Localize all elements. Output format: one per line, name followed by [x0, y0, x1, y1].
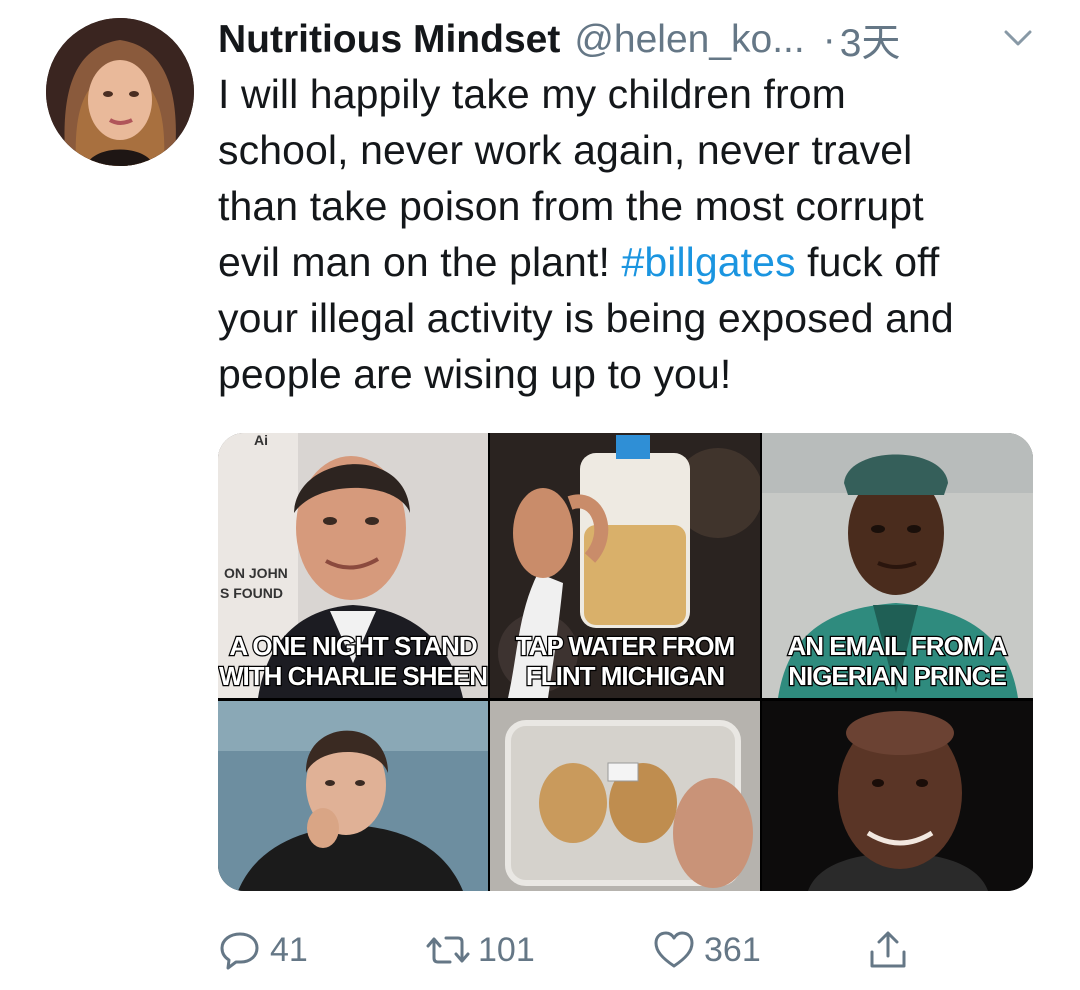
like-button[interactable]: 361 — [652, 920, 761, 980]
retweet-count: 101 — [478, 930, 535, 969]
meme-panel-6 — [762, 701, 1033, 891]
author-handle[interactable]: @helen_ko... — [574, 18, 804, 62]
reply-icon — [220, 932, 259, 970]
tweet-text-line: than take poison from the most corrupt — [218, 183, 924, 229]
reply-button[interactable]: 41 — [218, 920, 308, 980]
meme-caption: WITH CHARLIE SHEEN — [219, 661, 487, 691]
retweet-icon — [426, 936, 470, 964]
tweet-text-line: school, never work again, never travel — [218, 127, 913, 173]
tweet-text-segment: fuck off — [795, 239, 940, 285]
tweet-action-bar: 41 101 361 — [218, 920, 1038, 980]
tweet-timestamp[interactable]: 3天 — [840, 12, 901, 68]
like-count: 361 — [704, 930, 761, 969]
meme-panel-4 — [218, 701, 488, 891]
background-sign-text: Ai — [254, 433, 268, 448]
tweet-text-line: your illegal activity is being exposed a… — [218, 295, 954, 341]
tweet-media-image[interactable]: .cap { font-family: "Liberation Sans", "… — [218, 433, 1033, 891]
background-sign-text: S FOUND — [220, 585, 283, 601]
meme-panel-5 — [490, 701, 760, 891]
retweet-button[interactable]: 101 — [426, 920, 535, 980]
tweet-text: I will happily take my children from sch… — [218, 66, 1048, 402]
tweet: Nutritious Mindset @helen_ko... · 3天 I w… — [0, 0, 1080, 990]
meme-caption: NIGERIAN PRINCE — [788, 661, 1006, 691]
tweet-text-line: I will happily take my children from — [218, 71, 846, 117]
meme-caption: AN EMAIL FROM A — [788, 631, 1008, 661]
share-icon — [870, 931, 906, 968]
share-button[interactable] — [866, 920, 910, 980]
meme-caption: FLINT MICHIGAN — [526, 661, 725, 691]
chevron-down-icon[interactable] — [998, 18, 1038, 58]
meme-caption: A ONE NIGHT STAND — [229, 631, 477, 661]
tweet-text-line: people are wising up to you! — [218, 351, 732, 397]
meme-caption: TAP WATER FROM — [516, 631, 735, 661]
author-display-name[interactable]: Nutritious Mindset — [218, 18, 560, 62]
reply-count: 41 — [270, 930, 308, 969]
tweet-header: Nutritious Mindset @helen_ko... · 3天 — [218, 12, 1048, 68]
tweet-text-segment: evil man on the plant! — [218, 239, 622, 285]
like-icon — [654, 931, 694, 968]
header-separator: · — [822, 18, 836, 61]
hashtag-link[interactable]: #billgates — [621, 239, 795, 285]
tweet-text-line-with-hashtag: evil man on the plant! #billgates fuck o… — [218, 234, 1048, 290]
background-sign-text: ON JOHN — [224, 565, 288, 581]
avatar[interactable] — [46, 18, 194, 166]
